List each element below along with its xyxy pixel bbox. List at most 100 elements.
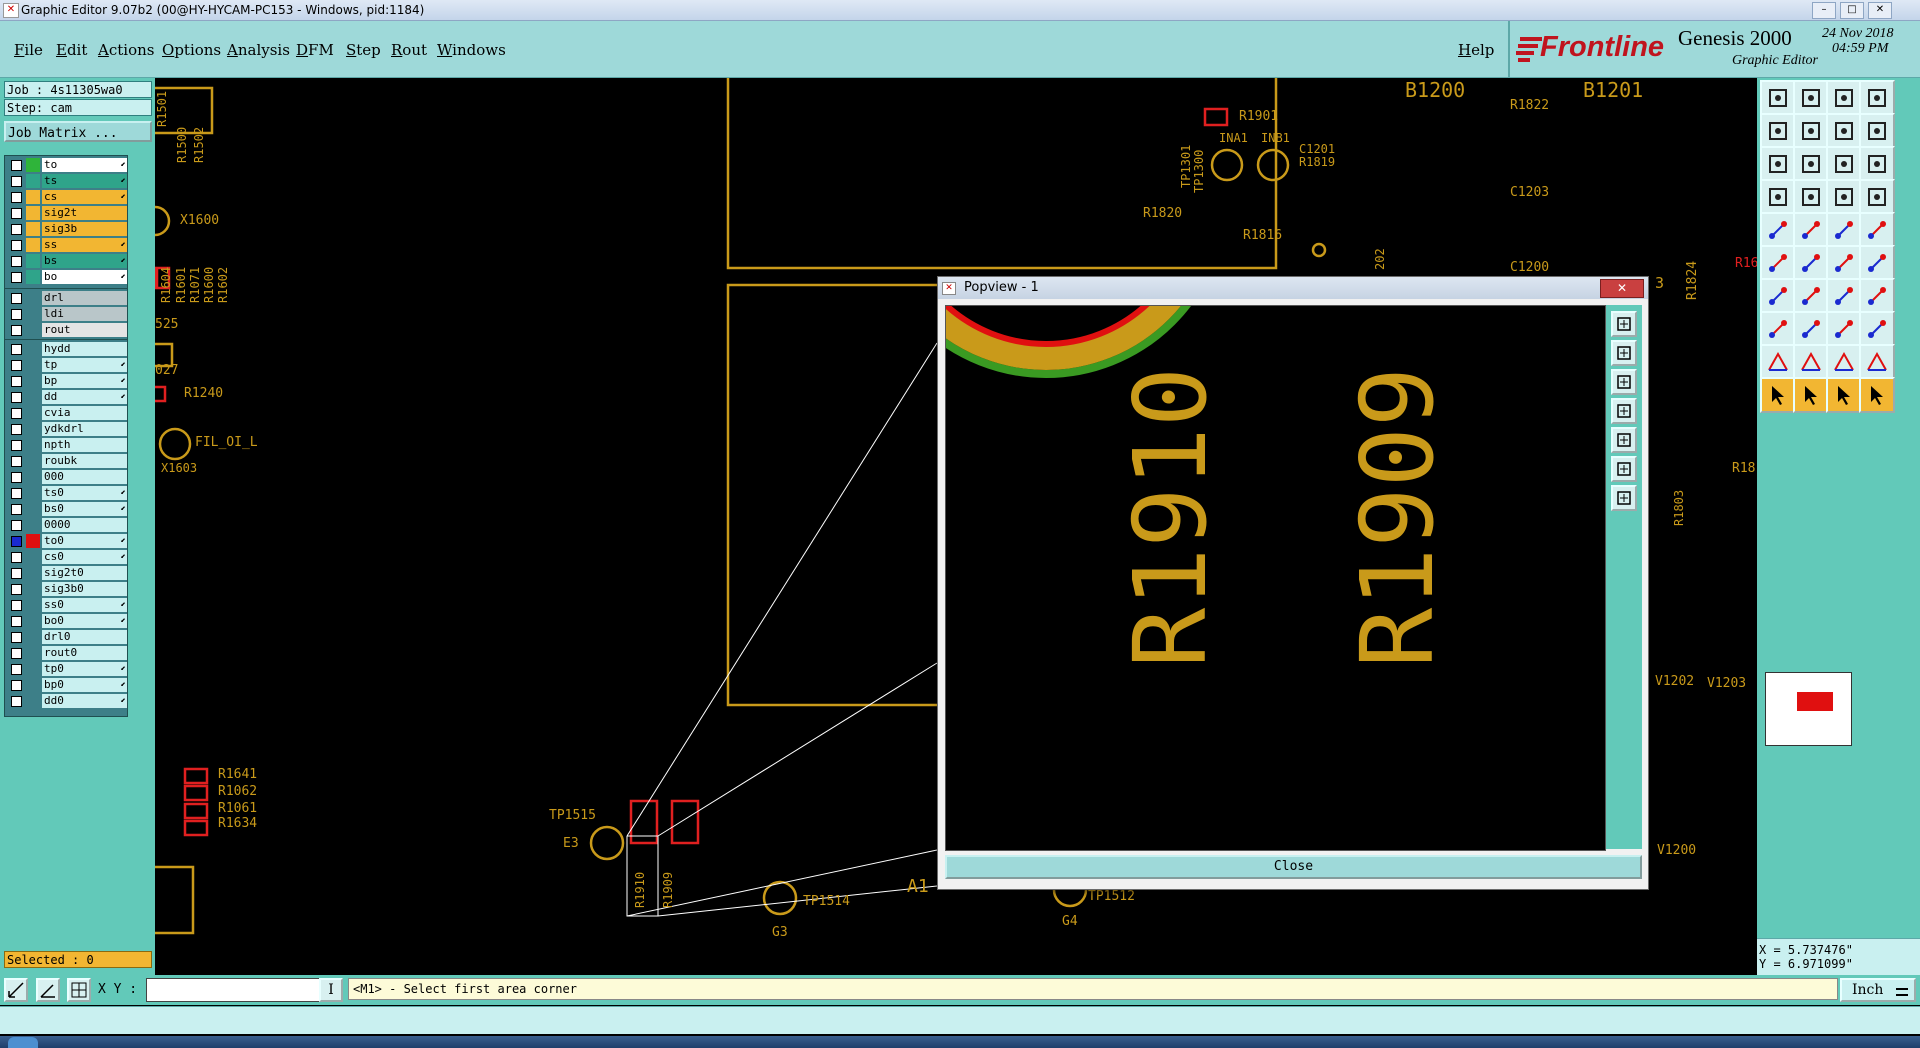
command-line[interactable] (0, 1006, 1920, 1034)
popview-close-icon[interactable]: ✕ (1600, 279, 1644, 298)
tool-button-trace[interactable] (1859, 278, 1895, 314)
layer-name[interactable]: tp ⬋ (42, 358, 127, 372)
tool-button-add-pad[interactable] (1760, 212, 1796, 248)
layer-checkbox[interactable] (11, 584, 22, 595)
minimize-button[interactable]: – (1812, 2, 1836, 19)
tool-button-layer-stack[interactable] (1826, 179, 1862, 215)
popview-close-button[interactable]: Close (945, 855, 1642, 879)
layer-row-tp0[interactable]: tp0 ⬋ (5, 661, 127, 677)
tool-button-pan-left[interactable] (1760, 113, 1796, 149)
popview-page-left-button[interactable] (1611, 398, 1637, 424)
layer-checkbox[interactable] (11, 488, 22, 499)
layer-row-to[interactable]: to ⬋ (5, 157, 127, 173)
layer-row-hydd[interactable]: hydd (5, 341, 127, 357)
layer-row-cvia[interactable]: cvia (5, 405, 127, 421)
layer-color-swatch[interactable] (26, 254, 40, 268)
layer-row-bo0[interactable]: bo0 ⬋ (5, 613, 127, 629)
layer-name[interactable]: to ⬋ (42, 158, 127, 172)
layer-checkbox[interactable] (11, 392, 22, 403)
tool-button-zoom-window[interactable] (1793, 80, 1829, 116)
layer-checkbox[interactable] (11, 293, 22, 304)
layer-color-swatch[interactable] (26, 630, 40, 644)
layer-row-cs[interactable]: cs ⬋ (5, 189, 127, 205)
menu-edit[interactable]: Edit (56, 41, 87, 59)
layer-name[interactable]: ldi (42, 307, 127, 321)
tool-button-snap[interactable] (1760, 179, 1796, 215)
layer-checkbox[interactable] (11, 325, 22, 336)
menu-file[interactable]: File (14, 41, 43, 59)
tool-button-select[interactable] (1760, 377, 1796, 413)
layer-name[interactable]: dd0 ⬋ (42, 694, 127, 708)
layer-name[interactable]: sig2t (42, 206, 127, 220)
layer-checkbox[interactable] (11, 664, 22, 675)
popview-fit-all-button[interactable] (1611, 456, 1637, 482)
layer-checkbox[interactable] (11, 208, 22, 219)
layer-checkbox[interactable] (11, 240, 22, 251)
tool-button-layer-stack-2[interactable] (1859, 179, 1895, 215)
layer-checkbox[interactable] (11, 256, 22, 267)
snap-button[interactable] (4, 978, 28, 1002)
layer-checkbox[interactable] (11, 504, 22, 515)
layer-name[interactable]: bs0 ⬋ (42, 502, 127, 516)
layer-color-swatch[interactable] (26, 390, 40, 404)
layer-color-swatch[interactable] (26, 646, 40, 660)
popview-page-bottom-button[interactable] (1611, 369, 1637, 395)
tool-button-select-multi[interactable] (1859, 377, 1895, 413)
layer-checkbox[interactable] (11, 408, 22, 419)
layer-name[interactable]: sig2t0 (42, 566, 127, 580)
layer-checkbox[interactable] (11, 424, 22, 435)
layer-row-dd0[interactable]: dd0 ⬋ (5, 693, 127, 709)
layer-row-bs[interactable]: bs ⬋ (5, 253, 127, 269)
layer-row-ldi[interactable]: ldi (5, 306, 127, 322)
layer-color-swatch[interactable] (26, 486, 40, 500)
layer-color-swatch[interactable] (26, 323, 40, 337)
menu-help[interactable]: Help (1458, 41, 1494, 59)
tool-button-point[interactable] (1826, 245, 1862, 281)
tool-button-select-box[interactable] (1793, 377, 1829, 413)
layer-name[interactable]: bs ⬋ (42, 254, 127, 268)
layer-name[interactable]: sig3b0 (42, 582, 127, 596)
layer-checkbox[interactable] (11, 224, 22, 235)
layer-checkbox[interactable] (11, 176, 22, 187)
tool-button-pad[interactable] (1793, 179, 1829, 215)
layer-color-swatch[interactable] (26, 694, 40, 708)
tool-button-add-line[interactable] (1793, 212, 1829, 248)
tool-button-split[interactable] (1859, 80, 1895, 116)
layer-name[interactable]: hydd (42, 342, 127, 356)
layer-name[interactable]: bp0 ⬋ (42, 678, 127, 692)
layer-name[interactable]: ss ⬋ (42, 238, 127, 252)
layer-name[interactable]: roubk (42, 454, 127, 468)
menu-step[interactable]: Step (346, 41, 381, 59)
layer-row-bs0[interactable]: bs0 ⬋ (5, 501, 127, 517)
tool-button-zoom-fit[interactable] (1826, 113, 1862, 149)
layer-name[interactable]: to0 ⬋ (42, 534, 127, 548)
layer-checkbox[interactable] (11, 520, 22, 531)
layer-color-swatch[interactable] (26, 422, 40, 436)
layer-checkbox[interactable] (11, 456, 22, 467)
layer-name[interactable]: sig3b (42, 222, 127, 236)
layer-color-swatch[interactable] (26, 270, 40, 284)
tool-button-arch[interactable] (1826, 344, 1862, 380)
xy-input[interactable] (146, 978, 320, 1002)
layer-color-swatch[interactable] (26, 342, 40, 356)
layer-row-drl[interactable]: drl (5, 290, 127, 306)
menu-actions[interactable]: Actions (98, 41, 154, 59)
layer-row-ss[interactable]: ss ⬋ (5, 237, 127, 253)
layer-row-bp0[interactable]: bp0 ⬋ (5, 677, 127, 693)
tool-button-minus[interactable] (1793, 311, 1829, 347)
layer-color-swatch[interactable] (26, 358, 40, 372)
layer-row-npth[interactable]: npth (5, 437, 127, 453)
angle-button[interactable] (36, 978, 60, 1002)
popview-page-top-button[interactable] (1611, 340, 1637, 366)
tool-button-measure[interactable] (1859, 113, 1895, 149)
menu-dfm[interactable]: DFM (296, 41, 334, 59)
layer-color-swatch[interactable] (26, 614, 40, 628)
layer-name[interactable]: bp ⬋ (42, 374, 127, 388)
layer-row-cs0[interactable]: cs0 ⬋ (5, 549, 127, 565)
layer-row-bo[interactable]: bo ⬋ (5, 269, 127, 285)
layer-row-ts0[interactable]: ts0 ⬋ (5, 485, 127, 501)
layer-row-sig3b[interactable]: sig3b (5, 221, 127, 237)
layer-checkbox[interactable] (11, 440, 22, 451)
layer-name[interactable]: drl0 (42, 630, 127, 644)
layer-row-tp[interactable]: tp ⬋ (5, 357, 127, 373)
